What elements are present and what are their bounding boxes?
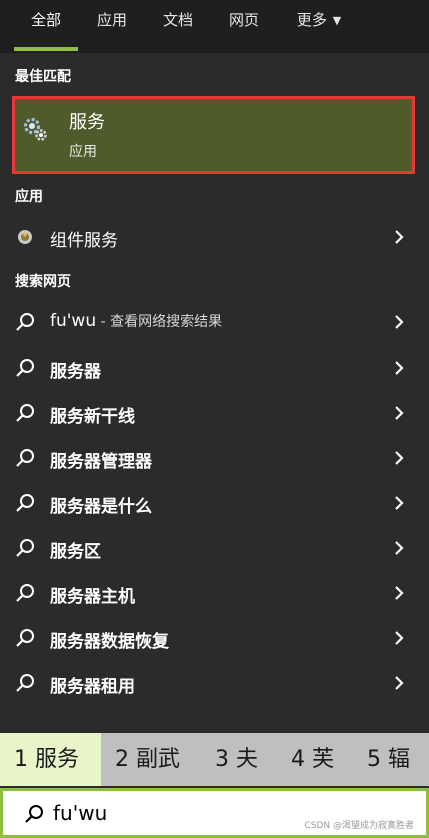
section-best-match-heading: 最佳匹配 bbox=[15, 69, 71, 85]
best-match-subtitle: 应用 bbox=[69, 144, 97, 160]
web-result-row[interactable]: 服务器是什么 bbox=[0, 481, 429, 525]
web-result-row[interactable]: 服务器租用 bbox=[0, 661, 429, 705]
web-result-label: 服务新干线 bbox=[50, 407, 135, 427]
tab-web-label: 网页 bbox=[228, 11, 259, 29]
section-apps-heading: 应用 bbox=[15, 189, 43, 205]
tab-apps[interactable]: 应用 bbox=[86, 0, 138, 53]
search-filter-tabs: 全部 应用 文档 网页 更多 ▼ bbox=[0, 0, 429, 53]
search-icon bbox=[16, 359, 34, 377]
chevron-down-icon: ▼ bbox=[332, 13, 342, 27]
search-icon bbox=[16, 539, 34, 557]
web-result-label: 服务器管理器 bbox=[50, 452, 152, 472]
search-icon bbox=[16, 674, 34, 692]
search-icon bbox=[16, 449, 34, 467]
chevron-right-icon bbox=[395, 631, 404, 645]
chevron-right-icon bbox=[395, 361, 404, 375]
search-icon bbox=[25, 805, 43, 823]
web-result-hint: - 查看网络搜索结果 bbox=[96, 314, 223, 330]
chevron-right-icon bbox=[395, 676, 404, 690]
active-tab-indicator bbox=[14, 47, 78, 51]
chevron-right-icon bbox=[395, 230, 404, 244]
app-result-component-services[interactable]: 组件服务 bbox=[0, 215, 429, 259]
tab-more[interactable]: 更多 ▼ bbox=[284, 0, 354, 53]
chevron-right-icon bbox=[395, 586, 404, 600]
section-web-heading: 搜索网页 bbox=[15, 274, 71, 290]
tab-documents-label: 文档 bbox=[162, 11, 193, 29]
ime-candidate[interactable]: 1 服务 bbox=[0, 733, 101, 786]
web-result-label: 服务器是什么 bbox=[50, 497, 152, 517]
tab-all[interactable]: 全部 bbox=[14, 0, 78, 53]
ime-candidate-bar: 1 服务 2 副武 3 夫 4 芙 5 辐 bbox=[0, 733, 429, 786]
web-result-label: 服务器租用 bbox=[50, 677, 135, 697]
tab-all-label: 全部 bbox=[30, 11, 61, 29]
search-icon bbox=[16, 404, 34, 422]
tab-documents[interactable]: 文档 bbox=[152, 0, 204, 53]
tab-apps-label: 应用 bbox=[96, 11, 127, 29]
search-icon bbox=[16, 313, 34, 331]
web-result-label: fu'wu - 查看网络搜索结果 bbox=[50, 311, 222, 331]
search-icon bbox=[16, 629, 34, 647]
ime-candidate[interactable]: 3 夫 bbox=[201, 733, 277, 786]
ime-candidate[interactable]: 4 芙 bbox=[277, 733, 353, 786]
chevron-right-icon bbox=[395, 451, 404, 465]
component-services-icon bbox=[18, 230, 32, 244]
web-result-row[interactable]: 服务区 bbox=[0, 526, 429, 570]
web-result-label: 服务器主机 bbox=[50, 587, 135, 607]
search-icon bbox=[16, 584, 34, 602]
watermark: CSDN @渴望成为寂寞胜者 bbox=[304, 821, 414, 831]
ime-candidate[interactable]: 2 副武 bbox=[101, 733, 201, 786]
search-icon bbox=[16, 494, 34, 512]
web-result-label: 服务器 bbox=[50, 362, 101, 382]
best-match-title: 服务 bbox=[69, 112, 105, 133]
tab-web[interactable]: 网页 bbox=[218, 0, 270, 53]
chevron-right-icon bbox=[395, 315, 404, 329]
chevron-right-icon bbox=[395, 406, 404, 420]
web-result-query: fu'wu bbox=[50, 311, 97, 331]
web-result-row[interactable]: 服务新干线 bbox=[0, 391, 429, 435]
web-result-row[interactable]: 服务器主机 bbox=[0, 571, 429, 615]
web-result-row[interactable]: 服务器 bbox=[0, 346, 429, 390]
web-result-row[interactable]: 服务器管理器 bbox=[0, 436, 429, 480]
web-result-row[interactable]: fu'wu - 查看网络搜索结果 bbox=[0, 300, 429, 344]
gears-icon bbox=[24, 118, 47, 141]
app-result-label: 组件服务 bbox=[50, 231, 118, 251]
tab-more-label: 更多 bbox=[296, 11, 327, 29]
chevron-right-icon bbox=[395, 496, 404, 510]
web-result-label: 服务器数据恢复 bbox=[50, 632, 169, 652]
search-box[interactable]: fu'wu CSDN @渴望成为寂寞胜者 bbox=[0, 788, 429, 838]
web-result-label: 服务区 bbox=[50, 542, 101, 562]
search-input[interactable]: fu'wu bbox=[53, 801, 107, 825]
web-result-row[interactable]: 服务器数据恢复 bbox=[0, 616, 429, 660]
ime-candidate[interactable]: 5 辐 bbox=[353, 733, 429, 786]
chevron-right-icon bbox=[395, 541, 404, 555]
